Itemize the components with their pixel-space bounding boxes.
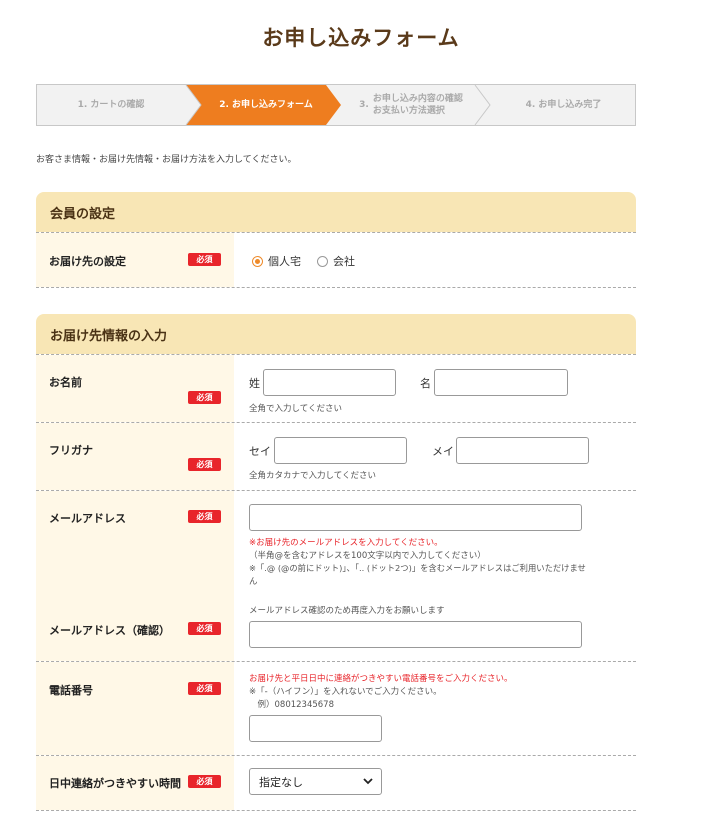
email-confirm-label: メールアドレス（確認） — [49, 624, 170, 637]
phone-note-required: お届け先と平日日中に連絡がつきやすい電話番号をご入力ください。 — [249, 674, 513, 684]
email-note-required: ※お届け先のメールアドレスを入力してください。 — [249, 538, 443, 548]
step-1: 1. カートの確認 — [77, 100, 145, 110]
email-label: メールアドレス — [49, 512, 126, 525]
phone-note-hyphen: ※「-（ハイフン）」を入れないでご入力ください。 — [249, 687, 442, 697]
name-note: 全角で入力してください — [249, 404, 342, 414]
step-3-number: 3. — [359, 100, 369, 110]
name-label: お名前 — [49, 376, 82, 389]
phone-note-example: 例）08012345678 — [249, 700, 335, 710]
required-badge: 必須 — [188, 682, 221, 695]
kana-first-prefix: メイ — [432, 445, 454, 458]
delivery-section-header: お届け先情報の入力 — [36, 314, 636, 354]
kana-first-input[interactable] — [456, 437, 589, 464]
radio-button[interactable] — [252, 255, 263, 267]
kana-note: 全角カタカナで入力してください — [249, 471, 376, 481]
kana-last-input[interactable] — [274, 437, 407, 464]
required-badge: 必須 — [188, 253, 221, 266]
member-section-title: 会員の設定 — [50, 206, 116, 222]
required-badge: 必須 — [188, 391, 221, 404]
progress-steps: 1. カートの確認 2. お申し込みフォーム 3. お申し込み内容の確認 お支払… — [36, 84, 636, 126]
contact-time-select[interactable]: 指定なし — [249, 768, 382, 795]
name-row: お名前 必須 姓 名 全角で入力してください — [36, 354, 636, 423]
email-confirm-input[interactable] — [249, 621, 582, 648]
step-4: 4. お申し込み完了 — [525, 100, 602, 110]
kana-last-prefix: セイ — [249, 445, 271, 458]
email-note-restriction: ※「.@ (@の前にドット)」、「.. (ドット2つ)」を含むメールアドレスはご… — [249, 563, 586, 573]
email-note-restriction-end: ん — [249, 577, 258, 587]
email-confirm-note: メールアドレス確認のため再度入力をお願いします — [249, 606, 445, 616]
first-name-input[interactable] — [434, 369, 568, 396]
last-name-prefix: 姓 — [249, 377, 260, 390]
radio-company[interactable]: 会社 — [317, 253, 355, 269]
kana-row: フリガナ 必須 セイ メイ 全角カタカナで入力してください — [36, 423, 636, 491]
contact-time-label: 日中連絡がつきやすい時間 — [49, 777, 181, 790]
first-name-prefix: 名 — [420, 377, 431, 390]
intro-text: お客さま情報・お届け先情報・お届け方法を入力してください。 — [36, 155, 297, 165]
email-input[interactable] — [249, 504, 582, 531]
delivery-section-title: お届け先情報の入力 — [50, 328, 168, 344]
required-badge: 必須 — [188, 510, 221, 523]
last-name-input[interactable] — [263, 369, 396, 396]
phone-label: 電話番号 — [49, 684, 93, 697]
step-2-active: 2. お申し込みフォーム — [219, 100, 313, 110]
chevron-down-icon — [363, 778, 373, 785]
contact-time-row: 日中連絡がつきやすい時間 必須 指定なし — [36, 756, 636, 811]
contact-time-selected: 指定なし — [259, 775, 303, 789]
page-title: お申し込みフォーム — [262, 26, 460, 50]
radio-home[interactable]: 個人宅 — [252, 253, 301, 269]
step-3-line1: お申し込み内容の確認 — [372, 94, 463, 104]
required-badge: 必須 — [188, 775, 221, 788]
email-row: メールアドレス 必須 ※お届け先のメールアドレスを入力してください。 （半角@を… — [36, 491, 636, 662]
delivery-setting-row: お届け先の設定 必須 個人宅 会社 — [36, 232, 636, 288]
delivery-setting-label: お届け先の設定 — [49, 255, 126, 268]
step-3: 3. お申し込み内容の確認 お支払い方法選択 — [346, 84, 476, 126]
required-badge: 必須 — [188, 622, 221, 635]
phone-input[interactable] — [249, 715, 382, 742]
radio-button[interactable] — [317, 255, 328, 267]
email-note-format: （半角@を含むアドレスを100文字以内で入力してください） — [249, 551, 486, 561]
required-badge: 必須 — [188, 458, 221, 471]
member-section-header: 会員の設定 — [36, 192, 636, 232]
kana-label: フリガナ — [49, 444, 93, 457]
phone-row: 電話番号 必須 お届け先と平日日中に連絡がつきやすい電話番号をご入力ください。 … — [36, 662, 636, 756]
step-3-line2: お支払い方法選択 — [372, 106, 445, 116]
